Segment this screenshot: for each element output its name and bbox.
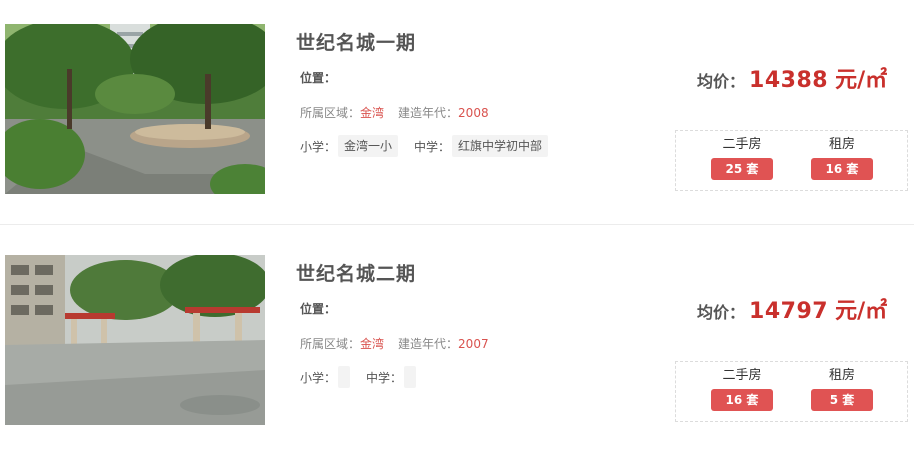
secondhand-count-button[interactable]: 25 套	[711, 158, 773, 180]
year-label: 建造年代：	[398, 337, 459, 351]
average-price: 均价： 14797 元/㎡	[697, 293, 887, 325]
listing-card: 世纪名城一期 位置： 所属区域：金湾 建造年代：2008 小学： 金湾一小 中学：…	[0, 0, 914, 210]
district-label: 所属区域：	[300, 337, 361, 351]
rental-count-button[interactable]: 16 套	[811, 158, 873, 180]
listing-divider	[0, 224, 914, 225]
price-unit: 元/㎡	[835, 68, 888, 93]
secondhand-count-button[interactable]: 16 套	[711, 389, 773, 411]
meta-row: 所属区域：金湾 建造年代：2008	[300, 104, 489, 121]
rental-column: 租房 16 套	[811, 136, 873, 180]
community-title[interactable]: 世纪名城一期	[296, 28, 416, 55]
middle-school-label: 中学：	[366, 370, 403, 385]
secondhand-label: 二手房	[722, 368, 762, 383]
primary-school-chip[interactable]	[338, 366, 351, 388]
middle-school-chip[interactable]	[404, 366, 417, 388]
middle-school-label: 中学：	[414, 139, 451, 154]
community-photo[interactable]	[5, 24, 265, 194]
meta-row: 所属区域：金湾 建造年代：2007	[300, 335, 489, 352]
location-label: 位置：	[300, 302, 337, 316]
stock-box: 二手房 25 套 租房 16 套	[675, 130, 908, 191]
school-row: 小学： 中学：	[300, 366, 432, 388]
stock-box: 二手房 16 套 租房 5 套	[675, 361, 908, 422]
garden-photo-image	[5, 24, 265, 194]
secondhand-column: 二手房 25 套	[711, 136, 773, 180]
primary-school-label: 小学：	[300, 139, 337, 154]
school-row: 小学： 金湾一小 中学： 红旗中学初中部	[300, 135, 564, 157]
price-label: 均价：	[697, 303, 746, 322]
year-label: 建造年代：	[398, 106, 459, 120]
listing-card: 世纪名城二期 位置： 所属区域：金湾 建造年代：2007 小学： 中学： 均价： …	[0, 231, 914, 441]
community-title[interactable]: 世纪名城二期	[296, 259, 416, 286]
middle-school-chip[interactable]: 红旗中学初中部	[452, 135, 549, 157]
community-photo[interactable]	[5, 255, 265, 425]
price-value: 14797	[749, 299, 829, 324]
rental-label: 租房	[828, 368, 855, 383]
plaza-photo-image	[5, 255, 265, 425]
rental-label: 租房	[828, 137, 855, 152]
year-value: 2008	[458, 106, 489, 120]
secondhand-column: 二手房 16 套	[711, 367, 773, 411]
year-value: 2007	[458, 337, 489, 351]
secondhand-label: 二手房	[722, 137, 762, 152]
primary-school-label: 小学：	[300, 370, 337, 385]
rental-column: 租房 5 套	[811, 367, 873, 411]
location-label: 位置：	[300, 71, 337, 85]
district-value[interactable]: 金湾	[360, 337, 384, 351]
primary-school-chip[interactable]: 金湾一小	[338, 135, 399, 157]
price-value: 14388	[749, 68, 829, 93]
district-value[interactable]: 金湾	[360, 106, 384, 120]
price-label: 均价：	[697, 72, 746, 91]
average-price: 均价： 14388 元/㎡	[697, 62, 887, 94]
rental-count-button[interactable]: 5 套	[811, 389, 873, 411]
price-unit: 元/㎡	[835, 299, 888, 324]
district-label: 所属区域：	[300, 106, 361, 120]
